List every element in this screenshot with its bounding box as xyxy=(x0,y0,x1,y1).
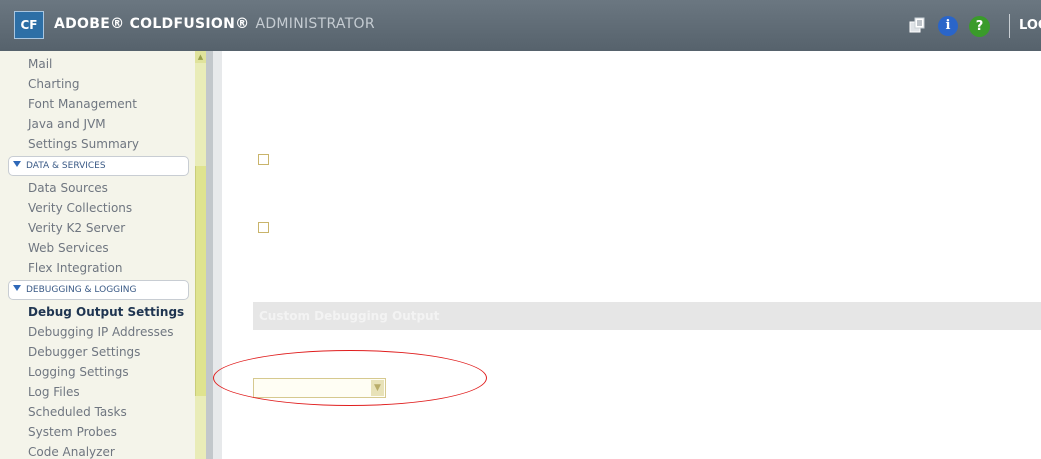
scroll-up-arrow-icon[interactable]: ▲ xyxy=(195,51,206,63)
app-title-sub: ADMINISTRATOR xyxy=(255,16,375,32)
sidebar-item-verity-k2[interactable]: Verity K2 Server xyxy=(28,221,125,235)
info-icon[interactable]: i xyxy=(938,16,958,36)
sidebar-section-debugging-logging[interactable]: DEBUGGING & LOGGING xyxy=(8,280,189,300)
sidebar-divider xyxy=(206,51,213,459)
app-title: ADOBE® COLDFUSION® ADMINISTRATOR xyxy=(54,16,375,32)
sidebar-item-verity-collections[interactable]: Verity Collections xyxy=(28,201,132,215)
red-highlight-ellipse xyxy=(213,350,487,406)
section-label: DEBUGGING & LOGGING xyxy=(26,285,137,295)
sidebar-item-scheduled-tasks[interactable]: Scheduled Tasks xyxy=(28,405,127,419)
sidebar-item-log-files[interactable]: Log Files xyxy=(28,385,80,399)
main-panel-edge xyxy=(213,51,222,459)
collapse-triangle-icon xyxy=(13,285,21,291)
app-header: CF ADOBE® COLDFUSION® ADMINISTRATOR i ? L… xyxy=(0,0,1041,51)
sidebar-item-debugging-ip[interactable]: Debugging IP Addresses xyxy=(28,325,173,339)
sidebar-item-mail[interactable]: Mail xyxy=(28,57,52,71)
system-info-icon[interactable] xyxy=(908,16,926,34)
sidebar-item-flex-integration[interactable]: Flex Integration xyxy=(28,261,122,275)
logout-link[interactable]: LOG xyxy=(1019,18,1041,33)
custom-debugging-output-header: Custom Debugging Output xyxy=(253,302,1041,330)
sidebar-item-settings-summary[interactable]: Settings Summary xyxy=(28,137,139,151)
sidebar-item-debugger-settings[interactable]: Debugger Settings xyxy=(28,345,140,359)
sidebar-scrollbar-thumb[interactable] xyxy=(195,166,206,396)
sidebar-item-debug-output-settings[interactable]: Debug Output Settings xyxy=(28,305,184,319)
section-title: Custom Debugging Output xyxy=(259,309,440,323)
coldfusion-logo: CF xyxy=(14,11,44,39)
sidebar-item-data-sources[interactable]: Data Sources xyxy=(28,181,108,195)
sidebar-nav: Mail Charting Font Management Java and J… xyxy=(0,51,213,459)
sidebar-item-web-services[interactable]: Web Services xyxy=(28,241,109,255)
sidebar-item-code-analyzer[interactable]: Code Analyzer xyxy=(28,445,115,459)
sidebar-item-charting[interactable]: Charting xyxy=(28,77,80,91)
sidebar-item-logging-settings[interactable]: Logging Settings xyxy=(28,365,129,379)
sidebar-section-data-services[interactable]: DATA & SERVICES xyxy=(8,156,189,176)
sidebar-item-system-probes[interactable]: System Probes xyxy=(28,425,117,439)
section-label: DATA & SERVICES xyxy=(26,161,106,171)
setting-checkbox-1[interactable] xyxy=(258,154,269,165)
header-divider xyxy=(1009,14,1010,38)
collapse-triangle-icon xyxy=(13,161,21,167)
app-title-brand: ADOBE® COLDFUSION® xyxy=(54,16,250,32)
setting-checkbox-2[interactable] xyxy=(258,222,269,233)
sidebar-item-java-jvm[interactable]: Java and JVM xyxy=(28,117,106,131)
sidebar-item-font-management[interactable]: Font Management xyxy=(28,97,137,111)
help-icon[interactable]: ? xyxy=(969,16,990,37)
